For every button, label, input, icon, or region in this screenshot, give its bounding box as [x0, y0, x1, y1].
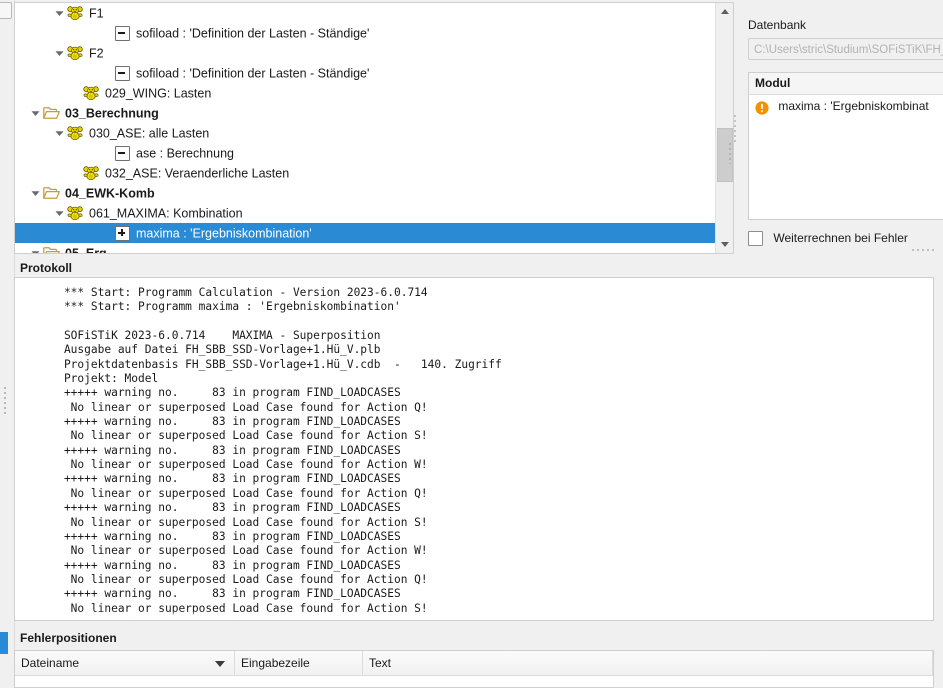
- folder-open-icon: [43, 246, 61, 253]
- continue-on-error-row[interactable]: Weiterrechnen bei Fehler: [748, 231, 908, 247]
- tree-row-label: ase : Berechnung: [136, 146, 234, 161]
- tree-row[interactable]: 032_ASE: Veraenderliche Lasten: [15, 163, 716, 183]
- column-header-label: Text: [369, 656, 392, 670]
- tree-vertical-scrollbar[interactable]: [715, 3, 733, 253]
- tree-row-label: maxima : 'Ergebniskombination': [136, 226, 312, 241]
- tree-row-label: 061_MAXIMA: Kombination: [89, 206, 243, 221]
- tree-row[interactable]: ase : Berechnung: [15, 143, 716, 163]
- sort-descending-caret-icon[interactable]: [215, 661, 225, 667]
- collapse-minus-box-icon[interactable]: [115, 66, 130, 82]
- fehlerpositionen-column-header[interactable]: Dateiname: [15, 651, 235, 675]
- modul-list-box[interactable]: Modul maxima : 'Ergebniskombinat: [748, 72, 943, 220]
- fehlerpositionen-header-row: Dateiname Eingabezeile Text: [15, 651, 933, 676]
- tree-expander-caret-icon[interactable]: [51, 204, 67, 224]
- clipped-selection-marker: [0, 632, 8, 654]
- tree-expander-caret-icon[interactable]: [27, 184, 43, 204]
- folder-open-icon: [43, 106, 61, 122]
- tree-row[interactable]: F2: [15, 43, 716, 63]
- protokoll-output-box[interactable]: *** Start: Programm Calculation - Versio…: [14, 277, 934, 621]
- resize-grip-dots-icon[interactable]: [911, 248, 937, 252]
- tree-expander-caret-icon[interactable]: [51, 44, 67, 64]
- task-tree-panel: F1 sofiload : 'Definition der Lasten - St…: [14, 2, 734, 254]
- task-tree-list[interactable]: F1 sofiload : 'Definition der Lasten - St…: [15, 3, 716, 253]
- datenbank-label: Datenbank: [748, 18, 807, 32]
- continue-on-error-checkbox[interactable]: [748, 231, 763, 247]
- tree-expander-caret-icon[interactable]: [27, 104, 43, 124]
- tree-row-label: F1: [89, 6, 104, 21]
- clipped-toolbar-icon[interactable]: [0, 2, 12, 19]
- tree-row[interactable]: 030_ASE: alle Lasten: [15, 123, 716, 143]
- collapse-minus-box-icon[interactable]: [115, 146, 130, 162]
- tree-expander-caret-icon[interactable]: [51, 124, 67, 144]
- sofistik-module-bear-icon: [67, 6, 85, 22]
- continue-on-error-label: Weiterrechnen bei Fehler: [773, 231, 908, 245]
- tree-row[interactable]: 04_EWK-Komb: [15, 183, 716, 203]
- sofistik-module-bear-icon: [67, 206, 85, 222]
- tree-expander-caret-icon[interactable]: [27, 244, 43, 253]
- tree-row[interactable]: sofiload : 'Definition der Lasten - Stän…: [15, 63, 716, 83]
- modul-column-header: Modul: [749, 73, 943, 95]
- tree-row[interactable]: 061_MAXIMA: Kombination: [15, 203, 716, 223]
- splitter-grip-vertical[interactable]: [3, 386, 7, 414]
- column-header-label: Eingabezeile: [241, 656, 310, 670]
- expand-plus-box-icon[interactable]: [115, 226, 130, 242]
- calculation-window: F1 sofiload : 'Definition der Lasten - St…: [0, 0, 943, 688]
- tree-row[interactable]: F1: [15, 3, 716, 23]
- scroll-up-arrow-icon[interactable]: [716, 3, 733, 20]
- fehlerpositionen-column-header[interactable]: Eingabezeile: [235, 651, 363, 675]
- tree-row-label: 032_ASE: Veraenderliche Lasten: [105, 166, 290, 181]
- tree-row-label: sofiload : 'Definition der Lasten - Stän…: [136, 66, 370, 81]
- tree-row-label: 03_Berechnung: [65, 106, 159, 121]
- tree-row[interactable]: 05_Erg: [15, 243, 716, 253]
- column-header-label: Dateiname: [21, 656, 80, 670]
- tree-row-label: 029_WING: Lasten: [105, 86, 212, 101]
- sofistik-module-bear-icon: [83, 166, 101, 182]
- fehlerpositionen-column-header[interactable]: Text: [363, 651, 933, 675]
- fehlerpositionen-label: Fehlerpositionen: [20, 631, 117, 645]
- tree-scroll-track[interactable]: [716, 20, 733, 236]
- sofistik-module-bear-icon: [83, 86, 101, 102]
- fehlerpositionen-table[interactable]: Dateiname Eingabezeile Text: [14, 650, 934, 688]
- tree-row-label: F2: [89, 46, 104, 61]
- modul-item-label: maxima : 'Ergebniskombinat: [778, 99, 929, 113]
- tree-expander-caret-icon[interactable]: [51, 4, 67, 24]
- protokoll-label: Protokoll: [20, 261, 73, 275]
- left-edge-gutter: [0, 0, 15, 688]
- tree-row-label: sofiload : 'Definition der Lasten - Stän…: [136, 26, 370, 41]
- sofistik-module-bear-icon: [67, 126, 85, 142]
- scroll-grip-dots-icon: [728, 142, 732, 164]
- tree-row-label: 04_EWK-Komb: [65, 186, 155, 201]
- warning-icon: [755, 100, 769, 115]
- sofistik-module-bear-icon: [67, 46, 85, 62]
- tree-row[interactable]: 029_WING: Lasten: [15, 83, 716, 103]
- scroll-down-arrow-icon[interactable]: [716, 236, 733, 253]
- tree-row[interactable]: maxima : 'Ergebniskombination': [15, 223, 716, 243]
- fehlerpositionen-body[interactable]: [15, 676, 933, 687]
- modul-list-item[interactable]: maxima : 'Ergebniskombinat: [749, 95, 943, 117]
- folder-open-icon: [43, 186, 61, 202]
- database-module-pane: Datenbank C:\Users\stric\Studium\SOFiSTi…: [736, 0, 943, 256]
- tree-row-label: 05_Erg: [65, 247, 107, 253]
- protokoll-text: *** Start: Programm Calculation - Versio…: [63, 286, 502, 620]
- tree-row[interactable]: sofiload : 'Definition der Lasten - Stän…: [15, 23, 716, 43]
- tree-row-label: 030_ASE: alle Lasten: [89, 126, 210, 141]
- datenbank-path-field[interactable]: C:\Users\stric\Studium\SOFiSTiK\FH_S: [748, 38, 943, 60]
- tree-row[interactable]: 03_Berechnung: [15, 103, 716, 123]
- protokoll-bottom-fade: [16, 611, 932, 620]
- collapse-minus-box-icon[interactable]: [115, 26, 130, 42]
